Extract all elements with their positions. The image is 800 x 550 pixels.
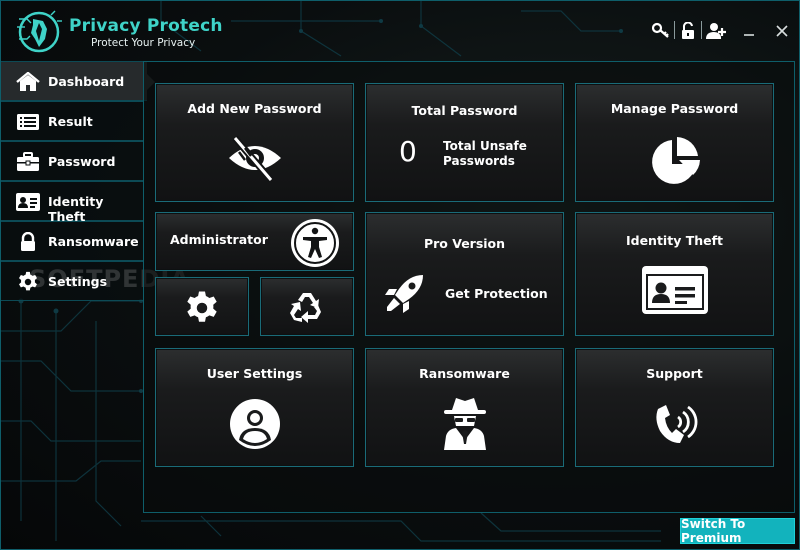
- title-bar: Privacy Protech Protect Your Privacy: [1, 1, 799, 61]
- tile-title: Add New Password: [187, 101, 322, 116]
- tile-title: Identity Theft: [625, 233, 724, 248]
- header-separator: [701, 21, 702, 39]
- ransomware-tile[interactable]: Ransomware: [365, 348, 564, 467]
- eye-slash-icon: [228, 135, 281, 183]
- spy-icon: [443, 398, 486, 450]
- identity-theft-tile[interactable]: Identity Theft: [575, 212, 774, 336]
- dashboard-panel: Add New Password Total Password 0 Total …: [143, 61, 795, 513]
- id-card-icon: [641, 266, 708, 314]
- lock-icon: [15, 232, 41, 252]
- sidebar-item-dashboard[interactable]: Dashboard: [1, 61, 155, 101]
- unsafe-label: Passwords: [443, 154, 515, 168]
- administrator-tile[interactable]: Administrator: [155, 212, 354, 271]
- home-icon: [15, 72, 41, 92]
- sidebar-item-label: Settings: [48, 274, 108, 289]
- user-circle-icon: [229, 399, 280, 449]
- gear-icon: [187, 291, 217, 322]
- sidebar-item-label: Password: [48, 154, 116, 169]
- gear-icon: [15, 271, 41, 292]
- tile-title: Pro Version: [423, 236, 506, 251]
- sidebar-item-identity-theft[interactable]: Identity Theft: [1, 181, 143, 224]
- app-window: Privacy Protech Protect Your Privacy Das…: [0, 0, 800, 550]
- support-tile[interactable]: Support: [575, 348, 774, 467]
- app-tagline: Protect Your Privacy: [91, 37, 196, 49]
- total-password-tile[interactable]: Total Password 0 Total Unsafe Passwords: [365, 83, 564, 202]
- close-icon[interactable]: [772, 21, 792, 41]
- sidebar: Dashboard Result Password Identity Theft…: [1, 61, 155, 301]
- get-protection-link[interactable]: Get Protection: [445, 286, 548, 301]
- tile-title: Support: [646, 366, 703, 381]
- logo-icon: [17, 10, 62, 53]
- sidebar-item-label: Ransomware: [48, 234, 139, 249]
- sidebar-item-password[interactable]: Password: [1, 141, 143, 181]
- recycle-icon: [290, 293, 321, 323]
- briefcase-icon: [15, 152, 41, 172]
- add-user-icon[interactable]: [705, 21, 729, 41]
- sidebar-item-ransomware[interactable]: Ransomware: [1, 221, 143, 261]
- key-icon[interactable]: [651, 21, 671, 41]
- manage-password-tile[interactable]: Manage Password: [575, 83, 774, 202]
- unlock-icon[interactable]: [678, 21, 698, 41]
- sidebar-item-settings[interactable]: Settings: [1, 261, 143, 301]
- sidebar-item-result[interactable]: Result: [1, 101, 143, 141]
- unsafe-label: Total Unsafe: [443, 139, 527, 153]
- minimize-icon[interactable]: [739, 21, 759, 41]
- total-password-count: 0: [399, 135, 417, 168]
- phone-icon: [655, 405, 697, 443]
- sidebar-item-label: Identity Theft: [48, 194, 104, 224]
- tile-title: Total Password: [411, 103, 518, 118]
- sidebar-item-label: Result: [48, 114, 93, 129]
- app-title: Privacy Protech: [69, 16, 223, 36]
- add-new-password-tile[interactable]: Add New Password: [155, 83, 354, 202]
- pro-version-tile[interactable]: Pro Version Get Protection: [365, 212, 564, 336]
- tile-title: User Settings: [206, 366, 303, 381]
- list-icon: [15, 112, 41, 132]
- tile-title: Administrator: [170, 232, 268, 247]
- sidebar-item-label: Dashboard: [48, 74, 125, 89]
- header-separator: [674, 21, 675, 39]
- admin-settings-tile[interactable]: [155, 277, 249, 336]
- user-settings-tile[interactable]: User Settings: [155, 348, 354, 467]
- switch-to-premium-button[interactable]: Switch To Premium: [680, 517, 795, 545]
- tile-title: Ransomware: [419, 366, 510, 381]
- admin-recycle-tile[interactable]: [260, 277, 354, 336]
- tile-title: Manage Password: [610, 101, 739, 116]
- id-card-icon: [15, 192, 41, 212]
- accessibility-icon: [291, 219, 339, 267]
- pie-chart-icon: [651, 137, 700, 184]
- rocket-icon: [385, 275, 423, 313]
